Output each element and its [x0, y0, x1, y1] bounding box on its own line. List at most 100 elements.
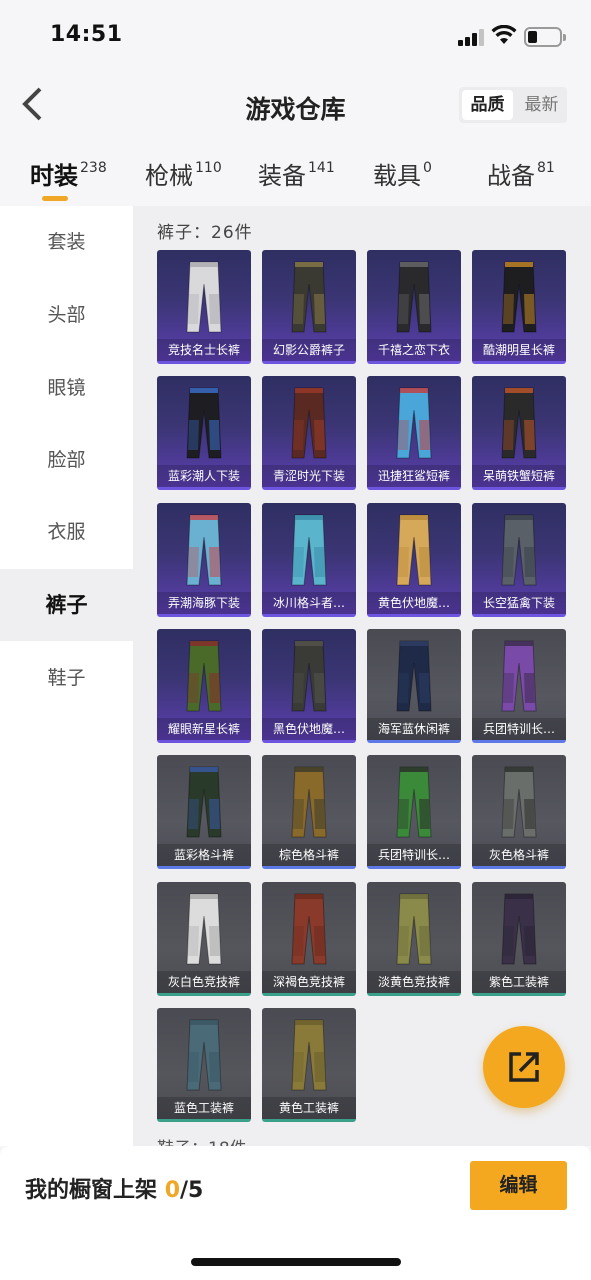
share-button[interactable] — [483, 1026, 565, 1108]
item-name: 耀眼新星长裤 — [157, 717, 251, 740]
home-indicator[interactable] — [191, 1258, 401, 1266]
item-name: 蓝色工装裤 — [157, 1096, 251, 1119]
item-card[interactable]: 蓝彩格斗裤 — [157, 755, 251, 870]
sidebar-item-head[interactable]: 头部 — [0, 279, 133, 351]
pants-image — [396, 766, 432, 838]
item-card[interactable]: 深褐色竞技裤 — [262, 881, 356, 996]
next-section-title: 鞋子：18件 — [157, 1134, 247, 1146]
pants-image — [501, 766, 537, 838]
tab-label: 载具 — [373, 162, 421, 190]
edit-button[interactable]: 编辑 — [470, 1161, 567, 1210]
tab-label: 枪械 — [145, 162, 193, 190]
item-card[interactable]: 灰白色竞技裤 — [157, 881, 251, 996]
pants-image — [291, 261, 327, 333]
sidebar-item-outfit[interactable]: 套装 — [0, 206, 133, 278]
item-card[interactable]: 青涩时光下装 — [262, 376, 356, 491]
item-card[interactable]: 长空猛禽下装 — [472, 502, 566, 617]
item-name: 千禧之恋下衣 — [367, 339, 461, 361]
status-bar: 14:51 — [0, 0, 591, 70]
sidebar-item-face[interactable]: 脸部 — [0, 424, 133, 496]
tab-count: 141 — [308, 160, 335, 176]
item-name: 淡黄色竞技裤 — [367, 970, 461, 993]
item-card[interactable]: 淡黄色竞技裤 — [367, 881, 461, 996]
pants-image — [501, 893, 537, 964]
item-card[interactable]: 兵团特训长… — [472, 628, 566, 743]
item-card[interactable]: 幻影公爵裤子 — [262, 250, 356, 364]
showcase-current-count: 0 — [164, 1178, 180, 1203]
item-card[interactable]: 黑色伏地魔… — [262, 628, 356, 743]
item-name: 紫色工装裤 — [472, 970, 566, 993]
item-name: 青涩时光下装 — [262, 465, 356, 488]
pants-image — [291, 514, 327, 586]
item-name: 黑色伏地魔… — [262, 717, 356, 740]
item-card[interactable]: 棕色格斗裤 — [262, 755, 356, 870]
item-card[interactable]: 呆萌铁蟹短裤 — [472, 376, 566, 491]
item-card[interactable]: 黄色工装裤 — [262, 1007, 356, 1122]
sort-quality-button[interactable]: 品质 — [462, 90, 513, 120]
pants-image — [291, 766, 327, 838]
item-card[interactable]: 黄色伏地魔… — [367, 502, 461, 617]
pants-image — [396, 640, 432, 712]
tab-count: 81 — [537, 160, 555, 176]
pants-image — [291, 640, 327, 712]
sidebar-item-clothes[interactable]: 衣服 — [0, 496, 133, 568]
pants-image — [291, 1019, 327, 1091]
tab-weapons[interactable]: 枪械 110 — [145, 156, 222, 191]
item-name: 竞技名士长裤 — [157, 339, 251, 361]
item-card[interactable]: 酷潮明星长裤 — [472, 250, 566, 364]
item-card[interactable]: 耀眼新星长裤 — [157, 628, 251, 743]
sidebar-item-glasses[interactable]: 眼镜 — [0, 352, 133, 424]
item-card[interactable]: 蓝彩潮人下装 — [157, 376, 251, 491]
tab-label: 时装 — [30, 162, 78, 190]
item-name: 灰白色竞技裤 — [157, 970, 251, 993]
share-out-icon — [509, 1052, 539, 1082]
item-card[interactable]: 迅捷狂鲨短裤 — [367, 376, 461, 491]
pants-image — [291, 387, 327, 459]
item-card[interactable]: 紫色工装裤 — [472, 881, 566, 996]
item-card[interactable]: 蓝色工装裤 — [157, 1007, 251, 1122]
battery-icon — [524, 27, 566, 47]
item-name: 黄色工装裤 — [262, 1096, 356, 1119]
item-name: 幻影公爵裤子 — [262, 339, 356, 361]
pants-image — [186, 387, 222, 459]
tab-count: 110 — [195, 160, 222, 176]
status-time: 14:51 — [50, 22, 123, 47]
item-card[interactable]: 灰色格斗裤 — [472, 755, 566, 870]
signal-icon — [458, 28, 486, 46]
item-name: 蓝彩格斗裤 — [157, 844, 251, 867]
item-name: 灰色格斗裤 — [472, 844, 566, 867]
pants-image — [396, 514, 432, 586]
tab-vehicles[interactable]: 载具 0 — [373, 156, 432, 191]
item-name: 棕色格斗裤 — [262, 844, 356, 867]
sort-newest-button[interactable]: 最新 — [516, 87, 567, 123]
item-card[interactable]: 海军蓝休闲裤 — [367, 628, 461, 743]
pants-image — [501, 514, 537, 586]
tab-fashion[interactable]: 时装 238 — [30, 156, 107, 201]
sidebar-item-shoes[interactable]: 鞋子 — [0, 642, 133, 714]
showcase-total-count: /5 — [180, 1178, 204, 1203]
tab-equipment[interactable]: 装备 141 — [258, 156, 335, 191]
pants-image — [396, 387, 432, 459]
tab-count: 238 — [80, 160, 107, 176]
active-tab-indicator — [42, 196, 68, 201]
item-name: 海军蓝休闲裤 — [367, 717, 461, 740]
pants-image — [186, 893, 222, 964]
sidebar-item-pants[interactable]: 裤子 — [0, 569, 133, 641]
item-name: 长空猛禽下装 — [472, 591, 566, 614]
item-name: 弄潮海豚下装 — [157, 591, 251, 614]
item-card[interactable]: 千禧之恋下衣 — [367, 250, 461, 364]
item-name: 酷潮明星长裤 — [472, 339, 566, 361]
pants-image — [396, 893, 432, 964]
item-card[interactable]: 竞技名士长裤 — [157, 250, 251, 364]
pants-image — [501, 261, 537, 333]
item-card[interactable]: 弄潮海豚下装 — [157, 502, 251, 617]
section-title: 裤子：26件 — [157, 223, 253, 243]
item-name: 黄色伏地魔… — [367, 591, 461, 614]
tab-gear[interactable]: 战备 81 — [487, 156, 555, 191]
item-name: 兵团特训长… — [472, 717, 566, 740]
pants-image — [186, 261, 222, 333]
pants-image — [186, 766, 222, 838]
item-card[interactable]: 兵团特训长… — [367, 755, 461, 870]
pants-image — [501, 640, 537, 712]
item-card[interactable]: 冰川格斗者… — [262, 502, 356, 617]
